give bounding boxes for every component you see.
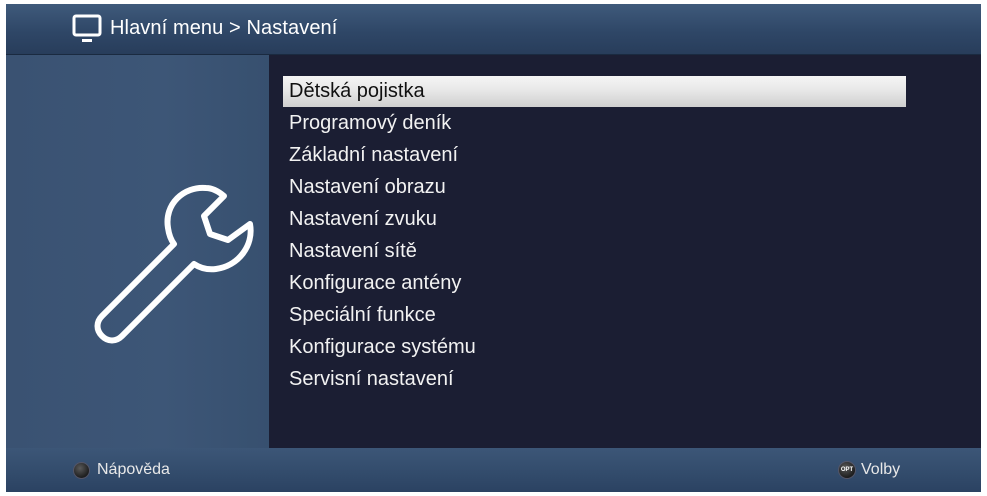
opt-key-icon: OPT — [839, 462, 855, 478]
options-button[interactable]: OPT Volby — [839, 460, 900, 480]
footer-bar: Nápověda OPT Volby — [6, 448, 981, 492]
breadcrumb: Hlavní menu > Nastavení — [110, 17, 338, 39]
menu-item-programovy-denik[interactable]: Programový deník — [283, 108, 451, 139]
menu-item-nastaveni-site[interactable]: Nastavení sítě — [283, 236, 417, 267]
menu-item-servisni-nastaveni[interactable]: Servisní nastavení — [283, 364, 454, 395]
settings-menu: Dětská pojistka Programový deník Základn… — [269, 55, 981, 448]
header-bar: Hlavní menu > Nastavení — [6, 4, 981, 55]
menu-item-detska-pojistka[interactable]: Dětská pojistka — [283, 76, 906, 107]
menu-item-nastaveni-obrazu[interactable]: Nastavení obrazu — [283, 172, 446, 203]
tv-menu-screen: Hlavní menu > Nastavení Dětská pojistka … — [6, 4, 981, 492]
options-label: Volby — [861, 461, 901, 478]
wrench-icon — [94, 184, 254, 344]
menu-item-nastaveni-zvuku[interactable]: Nastavení zvuku — [283, 204, 437, 235]
menu-item-specialni-funkce[interactable]: Speciální funkce — [283, 300, 436, 331]
help-button[interactable]: Nápověda — [74, 460, 170, 480]
menu-item-konfigurace-anteny[interactable]: Konfigurace antény — [283, 268, 461, 299]
tv-icon — [72, 14, 102, 42]
help-key-icon — [74, 462, 89, 478]
help-label: Nápověda — [97, 461, 170, 478]
menu-item-zakladni-nastaveni[interactable]: Základní nastavení — [283, 140, 458, 171]
section-icon-panel — [6, 55, 269, 448]
menu-item-konfigurace-systemu[interactable]: Konfigurace systému — [283, 332, 476, 363]
